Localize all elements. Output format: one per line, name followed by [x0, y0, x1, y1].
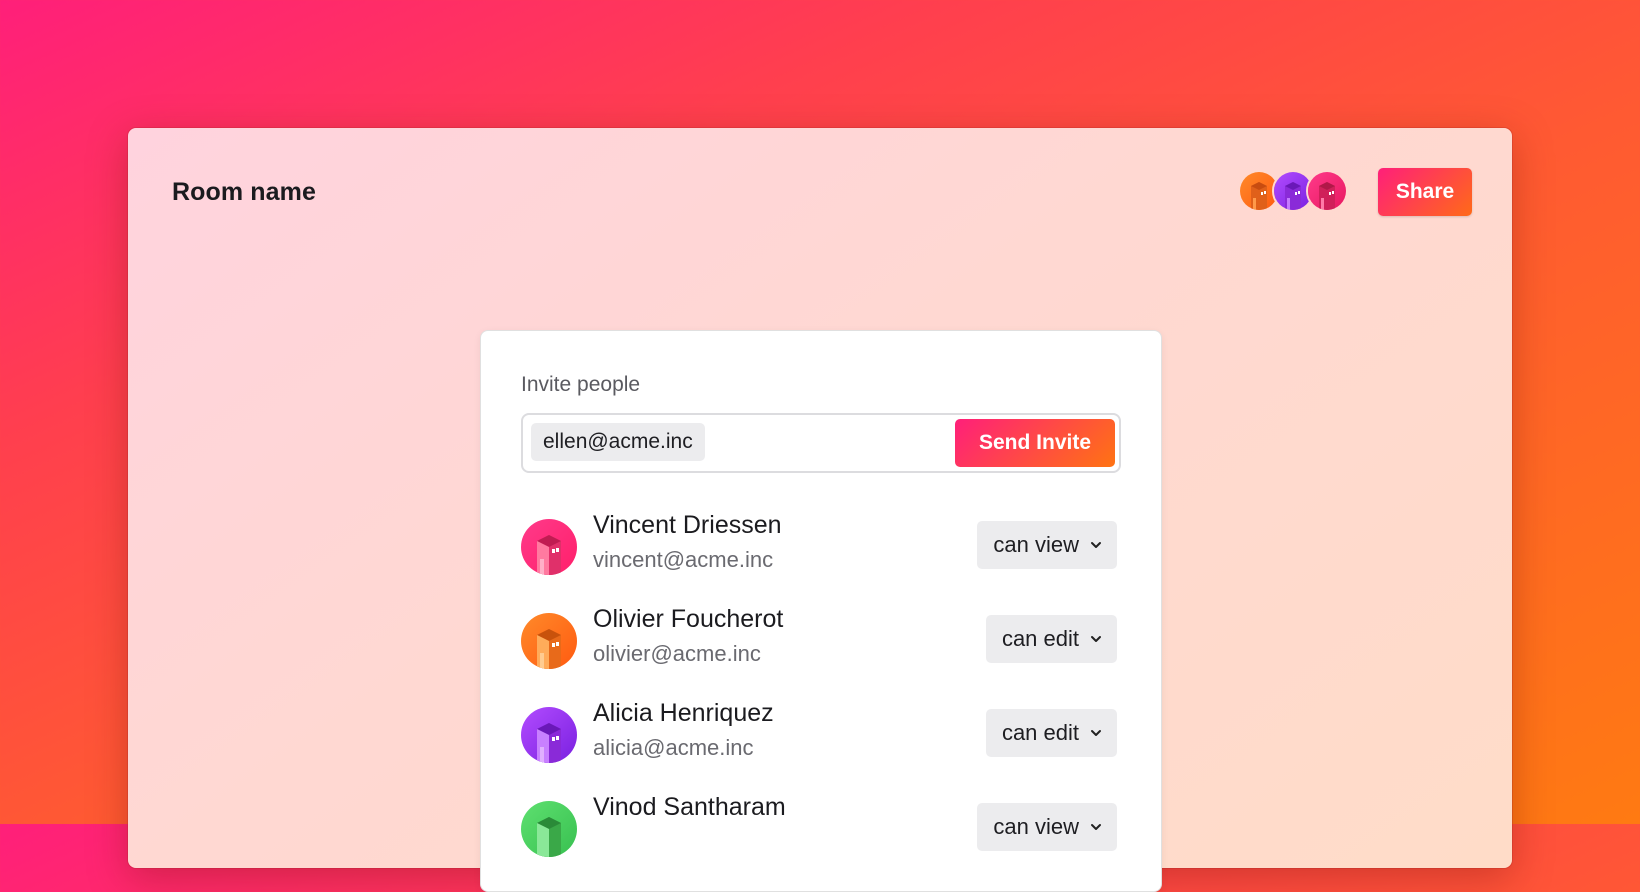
building-avatar-green-icon: [521, 801, 577, 857]
building-avatar-orange-icon: [521, 613, 577, 669]
list-item: Olivier Foucherot olivier@acme.inc can e…: [521, 605, 1117, 677]
invite-input[interactable]: ellen@acme.inc Send Invite: [521, 413, 1121, 473]
invite-dialog: Invite people ellen@acme.inc Send Invite…: [480, 330, 1162, 892]
avatar: [521, 707, 577, 763]
person-name: Vincent Driessen: [593, 511, 782, 539]
room-window: Room name Share Invite people ellen@acme…: [128, 128, 1512, 892]
invite-label: Invite people: [521, 373, 641, 396]
permission-dropdown[interactable]: can view: [977, 521, 1117, 569]
chevron-down-icon: [1091, 824, 1101, 830]
chevron-down-icon: [1091, 542, 1101, 548]
avatar: [521, 519, 577, 575]
person-email: alicia@acme.inc: [593, 735, 754, 760]
permission-value: can edit: [1001, 720, 1079, 745]
permission-dropdown[interactable]: can view: [977, 803, 1117, 851]
room-title: Room name: [172, 178, 316, 206]
person-email: olivier@acme.inc: [593, 641, 761, 666]
list-item: Vinod Santharam can view: [521, 793, 1117, 865]
building-avatar-pink-icon: [521, 519, 577, 575]
chevron-down-icon: [1091, 730, 1101, 736]
permission-dropdown[interactable]: can edit: [985, 709, 1117, 757]
presence-avatar-pink[interactable]: [1306, 170, 1348, 212]
avatar: [521, 801, 577, 857]
building-avatar-icon: [1308, 172, 1346, 210]
building-avatar-purple-icon: [521, 707, 577, 763]
send-invite-button[interactable]: Send Invite: [955, 419, 1115, 467]
email-chip[interactable]: ellen@acme.inc: [531, 423, 705, 461]
permission-dropdown[interactable]: can edit: [985, 615, 1117, 663]
avatar: [521, 613, 577, 669]
presence-avatars: [1238, 170, 1358, 212]
list-item: Alicia Henriquez alicia@acme.inc can edi…: [521, 699, 1117, 771]
person-name: Alicia Henriquez: [593, 699, 774, 727]
permission-value: can view: [993, 814, 1079, 839]
person-name: Olivier Foucherot: [593, 605, 784, 633]
share-button[interactable]: Share: [1378, 168, 1472, 216]
permission-value: can edit: [1001, 626, 1079, 651]
person-name: Vinod Santharam: [593, 793, 786, 821]
chevron-down-icon: [1091, 636, 1101, 642]
list-item: Vincent Driessen vincent@acme.inc can vi…: [521, 511, 1117, 583]
permission-value: can view: [993, 532, 1079, 557]
person-email: vincent@acme.inc: [593, 547, 774, 572]
